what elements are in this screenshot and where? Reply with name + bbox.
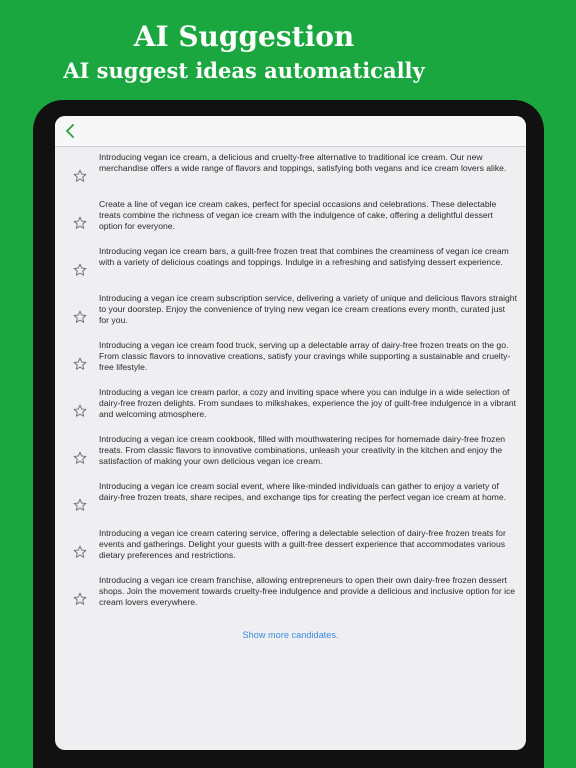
candidate-text: Introducing a vegan ice cream franchise,…	[99, 575, 516, 607]
star-icon[interactable]	[73, 357, 87, 371]
star-icon[interactable]	[73, 263, 87, 277]
candidate-text: Introducing a vegan ice cream cookbook, …	[99, 434, 506, 466]
star-icon[interactable]	[73, 451, 87, 465]
candidate-list: Introducing vegan ice cream, a delicious…	[55, 152, 526, 622]
star-icon[interactable]	[73, 545, 87, 559]
candidate-row[interactable]: Introducing a vegan ice cream parlor, a …	[55, 387, 526, 434]
app-screen: Introducing vegan ice cream, a delicious…	[55, 116, 526, 750]
candidate-text: Create a line of vegan ice cream cakes, …	[99, 199, 497, 231]
candidate-text: Introducing a vegan ice cream subscripti…	[99, 293, 517, 325]
candidate-row[interactable]: Introducing vegan ice cream bars, a guil…	[55, 246, 526, 293]
show-more-button[interactable]: Show more candidates.	[55, 630, 526, 640]
star-icon[interactable]	[73, 169, 87, 183]
candidate-text: Introducing a vegan ice cream parlor, a …	[99, 387, 517, 419]
candidate-row[interactable]: Create a line of vegan ice cream cakes, …	[55, 199, 526, 246]
candidate-row[interactable]: Introducing a vegan ice cream social eve…	[55, 481, 526, 528]
candidate-text: Introducing vegan ice cream bars, a guil…	[99, 246, 509, 267]
candidate-row[interactable]: Introducing a vegan ice cream franchise,…	[55, 575, 526, 622]
candidate-row[interactable]: Introducing a vegan ice cream food truck…	[55, 340, 526, 387]
star-icon[interactable]	[73, 310, 87, 324]
star-icon[interactable]	[73, 592, 87, 606]
star-icon[interactable]	[73, 498, 87, 512]
candidate-row[interactable]: Introducing vegan ice cream, a delicious…	[55, 152, 526, 199]
promo-subtitle: AI suggest ideas automatically	[63, 58, 425, 83]
candidate-row[interactable]: Introducing a vegan ice cream catering s…	[55, 528, 526, 575]
candidate-text: Introducing a vegan ice cream food truck…	[99, 340, 511, 372]
candidate-text: Introducing a vegan ice cream social eve…	[99, 481, 506, 502]
back-button[interactable]	[61, 120, 81, 142]
star-icon[interactable]	[73, 216, 87, 230]
navigation-bar	[55, 116, 526, 147]
chevron-left-icon	[66, 124, 74, 138]
candidate-text: Introducing vegan ice cream, a delicious…	[99, 152, 507, 173]
candidate-row[interactable]: Introducing a vegan ice cream subscripti…	[55, 293, 526, 340]
promo-title: AI Suggestion	[133, 20, 355, 53]
star-icon[interactable]	[73, 404, 87, 418]
candidate-row[interactable]: Introducing a vegan ice cream cookbook, …	[55, 434, 526, 481]
candidate-text: Introducing a vegan ice cream catering s…	[99, 528, 506, 560]
